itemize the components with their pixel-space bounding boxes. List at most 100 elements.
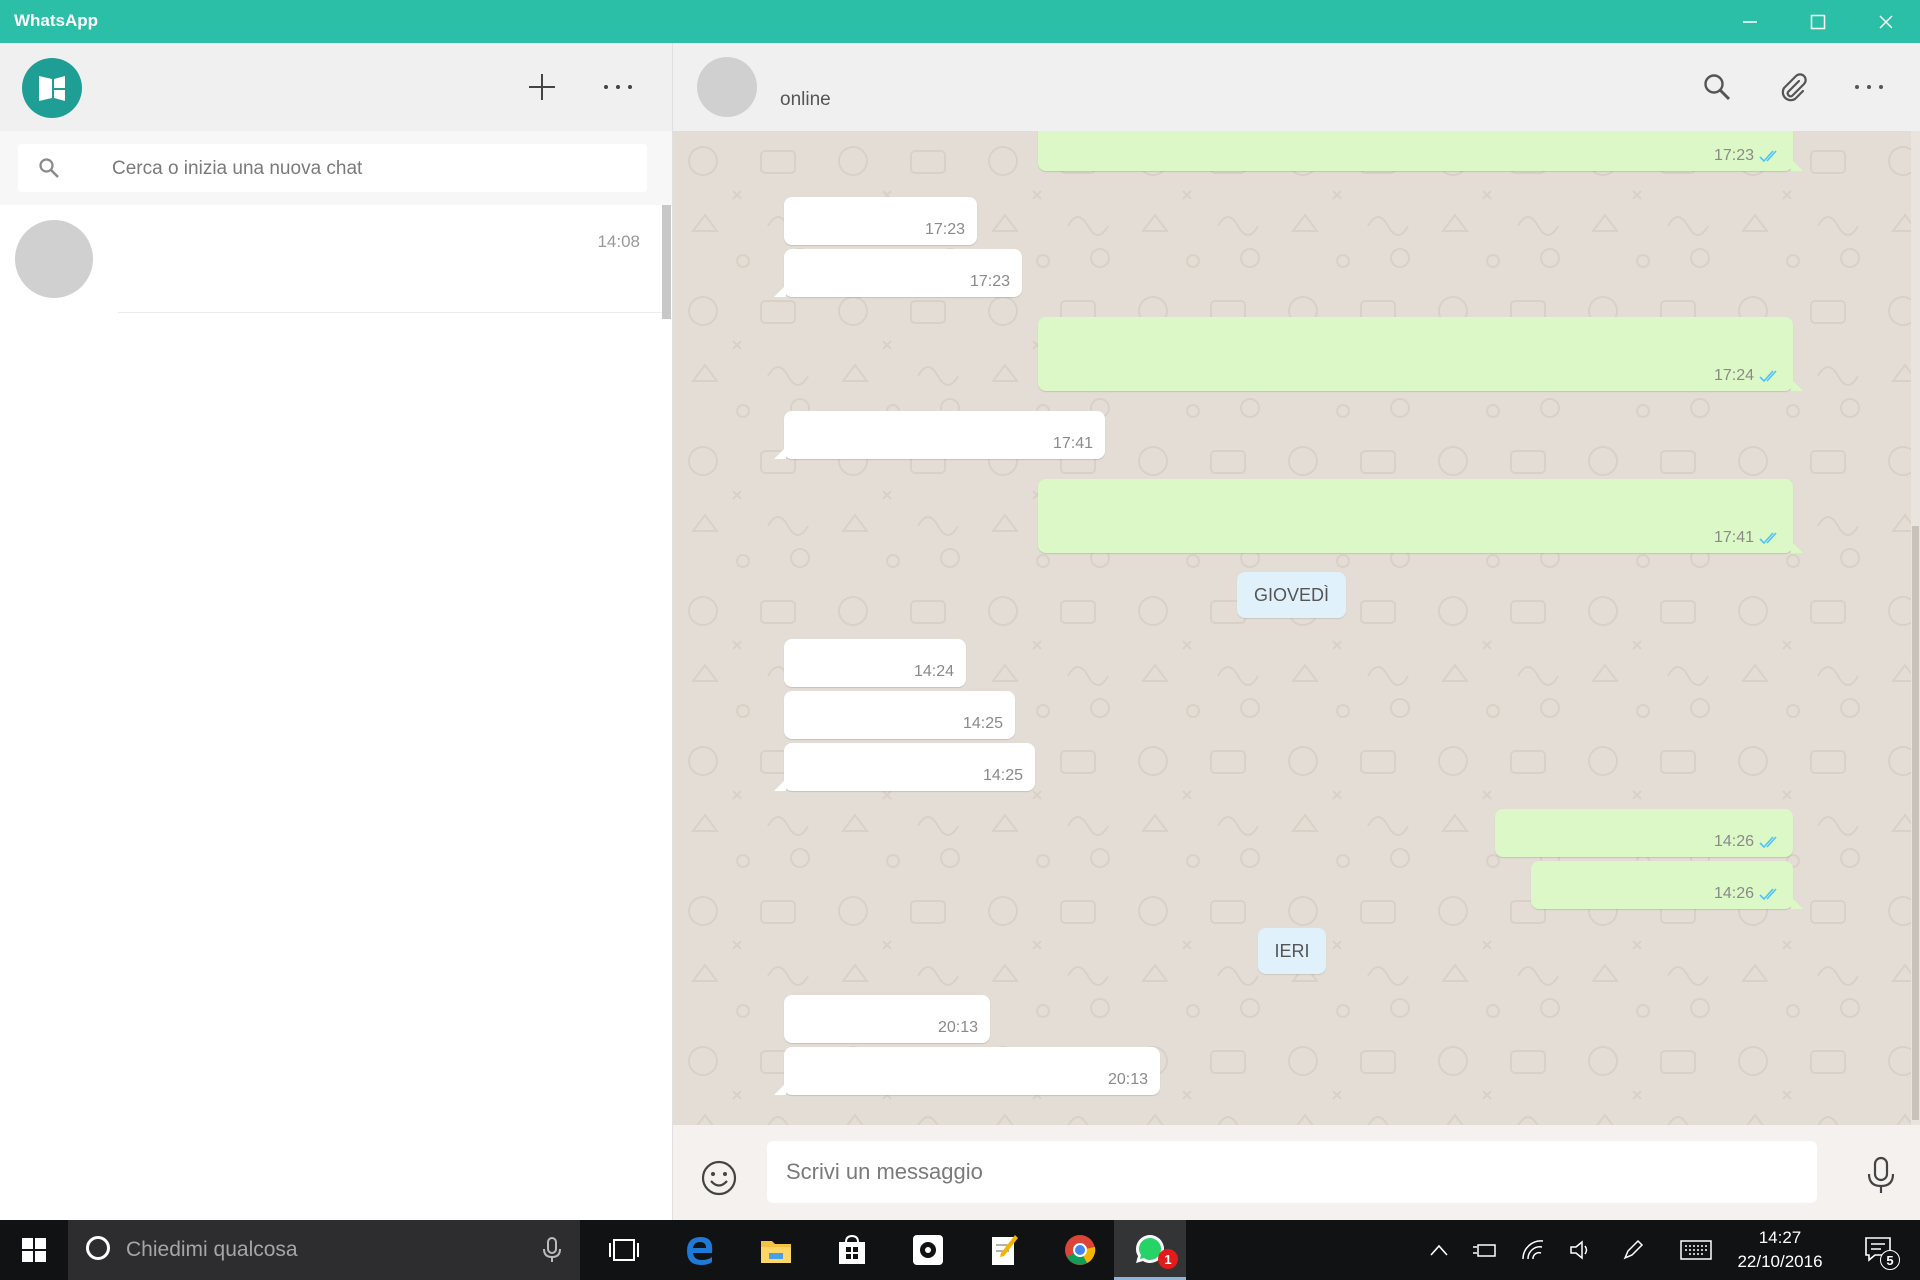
battery-tray-button[interactable] — [1468, 1220, 1502, 1280]
taskbar-chrome[interactable] — [1044, 1220, 1116, 1280]
pen-icon — [1623, 1239, 1644, 1260]
conversation-menu-button[interactable] — [1847, 65, 1891, 109]
pen-tray-button[interactable] — [1616, 1220, 1650, 1280]
cortana-search-box[interactable]: Chiedimi qualcosa — [68, 1220, 580, 1280]
taskbar-file-explorer[interactable] — [740, 1220, 812, 1280]
bubble-tail — [1791, 159, 1803, 171]
windows-logo-icon — [22, 1238, 46, 1262]
maximize-button[interactable] — [1784, 0, 1852, 43]
bubble-tail — [1791, 897, 1803, 909]
clock-date: 22/10/2016 — [1737, 1252, 1823, 1271]
store-icon — [839, 1234, 865, 1264]
notepad-icon — [992, 1235, 1018, 1265]
keyboard-icon — [1680, 1240, 1712, 1260]
chat-divider — [118, 312, 662, 313]
message-bubble-outgoing[interactable]: 17:41 — [1038, 479, 1803, 553]
message-meta: 17:24 — [1714, 367, 1781, 385]
message-meta: 17:23 — [1714, 147, 1781, 165]
edge-browser-icon — [687, 1237, 713, 1265]
folder-icon — [761, 1241, 791, 1263]
message-meta: 14:25 — [963, 715, 1003, 733]
message-time: 17:41 — [1052, 435, 1093, 452]
more-options-icon — [1855, 85, 1883, 89]
message-time: 17:23 — [1713, 147, 1754, 164]
message-meta: 14:25 — [983, 767, 1023, 785]
read-receipt-icon — [1759, 150, 1777, 163]
close-icon — [1879, 14, 1893, 29]
microphone-icon[interactable] — [542, 1236, 562, 1264]
wifi-tray-button[interactable] — [1516, 1220, 1550, 1280]
taskbar-notepad[interactable] — [968, 1220, 1040, 1280]
chat-list-item[interactable]: 14:08 — [0, 205, 662, 313]
search-messages-button[interactable] — [1695, 65, 1739, 109]
close-button[interactable] — [1852, 0, 1920, 43]
conversation-pane: online 17:23 17:23 17:23 17:24 17:41 17:… — [673, 43, 1920, 1220]
taskbar-store[interactable] — [816, 1220, 888, 1280]
my-profile-avatar[interactable] — [22, 58, 82, 118]
message-time: 17:41 — [1713, 529, 1754, 546]
maximize-icon — [1810, 14, 1826, 29]
message-list-scrollbar[interactable] — [1911, 131, 1920, 1125]
menu-button[interactable] — [596, 65, 640, 109]
more-options-icon — [604, 85, 632, 89]
message-composer — [673, 1125, 1920, 1220]
volume-tray-button[interactable] — [1564, 1220, 1598, 1280]
show-hidden-icons-button[interactable] — [1424, 1220, 1454, 1280]
message-bubble-incoming[interactable]: 14:25 — [784, 691, 1015, 739]
new-chat-button[interactable] — [520, 65, 564, 109]
bubble-tail — [1791, 379, 1803, 391]
bubble-tail — [774, 779, 786, 791]
attach-button[interactable] — [1771, 65, 1815, 109]
message-meta: 14:26 — [1714, 833, 1781, 851]
chat-search-bar — [0, 131, 672, 206]
message-bubble-outgoing[interactable]: 17:23 — [1038, 131, 1803, 171]
message-meta: 20:13 — [938, 1019, 978, 1037]
clock-time: 14:27 — [1758, 1228, 1802, 1247]
chat-list-scrollbar[interactable] — [662, 205, 671, 319]
message-bubble-incoming[interactable]: 17:41 — [774, 411, 1105, 459]
message-bubble-incoming[interactable]: 17:23 — [774, 249, 1022, 297]
profile-logo-icon — [39, 76, 65, 101]
emoji-icon[interactable] — [699, 1158, 739, 1198]
message-list: 17:23 17:23 17:23 17:24 17:41 17:41 GIOV… — [673, 131, 1920, 1125]
message-input[interactable] — [767, 1141, 1817, 1203]
message-bubble-incoming[interactable]: 14:24 — [784, 639, 966, 687]
date-separator: GIOVEDÌ — [1237, 572, 1346, 618]
message-bubble-incoming[interactable]: 14:25 — [774, 743, 1035, 791]
speaker-icon — [1570, 1240, 1588, 1260]
taskbar-whatsapp[interactable]: 1 — [1114, 1220, 1186, 1280]
contact-avatar[interactable] — [697, 57, 757, 117]
chrome-browser-icon — [1065, 1235, 1096, 1265]
taskbar-edge[interactable] — [664, 1220, 736, 1280]
cortana-placeholder: Chiedimi qualcosa — [126, 1238, 298, 1261]
scrollbar-thumb[interactable] — [1912, 526, 1919, 1120]
minimize-button[interactable] — [1716, 0, 1784, 43]
search-icon — [39, 158, 59, 178]
chat-avatar — [15, 220, 93, 298]
start-button[interactable] — [0, 1220, 68, 1280]
wifi-icon — [1522, 1240, 1544, 1260]
action-center-button[interactable]: 5 — [1854, 1220, 1904, 1280]
keyboard-tray-button[interactable] — [1676, 1220, 1716, 1280]
message-bubble-incoming[interactable]: 20:13 — [774, 1047, 1160, 1095]
minimize-icon — [1743, 20, 1757, 23]
message-time: 14:26 — [1713, 833, 1754, 850]
battery-plug-icon — [1473, 1244, 1496, 1257]
unread-badge: 1 — [1158, 1249, 1178, 1269]
chat-list-pane: 14:08 — [0, 43, 673, 1220]
bubble-tail — [1791, 541, 1803, 553]
message-bubble-incoming[interactable]: 17:23 — [784, 197, 977, 245]
message-bubble-incoming[interactable]: 20:13 — [784, 995, 990, 1043]
message-time: 20:13 — [1107, 1071, 1148, 1088]
message-bubble-outgoing[interactable]: 17:24 — [1038, 317, 1803, 391]
task-view-button[interactable] — [588, 1220, 660, 1280]
taskbar-app-gear[interactable] — [892, 1220, 964, 1280]
message-bubble-outgoing[interactable]: 14:26 — [1531, 861, 1803, 909]
chat-search-input[interactable] — [110, 152, 634, 186]
microphone-icon[interactable] — [1863, 1155, 1899, 1195]
message-time: 17:23 — [924, 221, 965, 238]
taskbar-clock[interactable]: 14:27 22/10/2016 — [1722, 1226, 1838, 1274]
message-bubble-outgoing[interactable]: 14:26 — [1495, 809, 1793, 857]
chat-last-time: 14:08 — [597, 232, 640, 251]
message-meta: 14:24 — [914, 663, 954, 681]
